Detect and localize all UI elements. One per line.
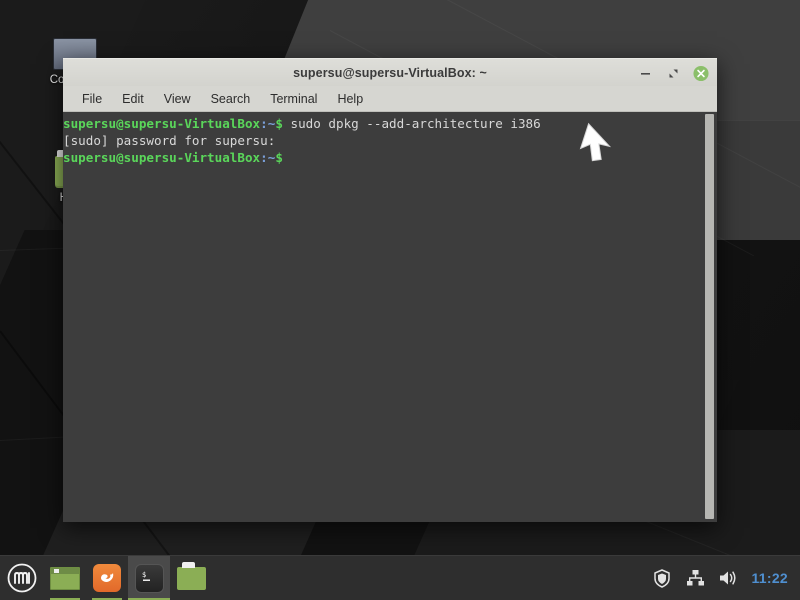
taskbar-launchers[interactable]: $ (44, 555, 212, 600)
menu-item-help[interactable]: Help (328, 89, 372, 109)
mint-menu-icon[interactable] (0, 556, 44, 600)
taskbar-item-firefox[interactable] (86, 556, 128, 600)
terminal-scrollbar-thumb[interactable] (705, 114, 714, 519)
terminal-scrollbar[interactable] (702, 112, 717, 522)
clock[interactable]: 11:22 (751, 570, 788, 586)
terminal-prompt-user: supersu@supersu-VirtualBox (63, 150, 261, 165)
window-titlebar[interactable]: supersu@supersu-VirtualBox: ~ (63, 58, 717, 86)
terminal-window[interactable]: supersu@supersu-VirtualBox: ~ File Edit (63, 58, 717, 522)
minimize-icon[interactable] (637, 65, 653, 81)
taskbar-item-files[interactable] (170, 556, 212, 600)
folder-icon (176, 561, 206, 590)
taskbar-item-show-windows[interactable] (44, 556, 86, 600)
window-title: supersu@supersu-VirtualBox: ~ (293, 65, 487, 80)
system-tray[interactable]: 11:22 (652, 556, 800, 600)
close-icon[interactable] (693, 65, 709, 81)
terminal-body[interactable]: supersu@supersu-VirtualBox:~$ sudo dpkg … (63, 112, 717, 522)
terminal-line: supersu@supersu-VirtualBox:~$ sudo dpkg … (63, 115, 541, 132)
network-icon[interactable] (685, 568, 705, 588)
window-controls (637, 59, 709, 87)
terminal-output-text: [sudo] password for supersu: (63, 133, 276, 148)
menu-item-terminal[interactable]: Terminal (261, 89, 326, 109)
menu-item-file[interactable]: File (73, 89, 111, 109)
menu-item-search[interactable]: Search (202, 89, 260, 109)
terminal-line: supersu@supersu-VirtualBox:~$ (63, 149, 541, 166)
terminal-prompt-sigil: $ (275, 116, 283, 131)
menu-item-view[interactable]: View (155, 89, 200, 109)
menu-bar[interactable]: File Edit View Search Terminal Help (63, 86, 717, 112)
taskbar-item-terminal[interactable]: $ (128, 555, 170, 600)
firefox-icon (93, 564, 121, 592)
speaker-icon[interactable] (718, 568, 738, 588)
terminal-prompt-user: supersu@supersu-VirtualBox (63, 116, 261, 131)
restore-icon[interactable] (665, 65, 681, 81)
shield-icon[interactable] (652, 568, 672, 588)
terminal-output: supersu@supersu-VirtualBox:~$ sudo dpkg … (63, 115, 541, 166)
terminal-prompt-path: :~ (260, 150, 276, 165)
terminal-command: sudo dpkg --add-architecture i386 (282, 116, 541, 131)
taskbar[interactable]: $ 11:22 (0, 555, 800, 600)
menu-item-edit[interactable]: Edit (113, 89, 153, 109)
terminal-icon: $ (134, 563, 164, 593)
window-icon (50, 566, 80, 590)
terminal-prompt-sigil: $ (275, 150, 283, 165)
svg-text:$: $ (142, 571, 146, 579)
terminal-prompt-path: :~ (260, 116, 276, 131)
terminal-line: [sudo] password for supersu: (63, 132, 541, 149)
